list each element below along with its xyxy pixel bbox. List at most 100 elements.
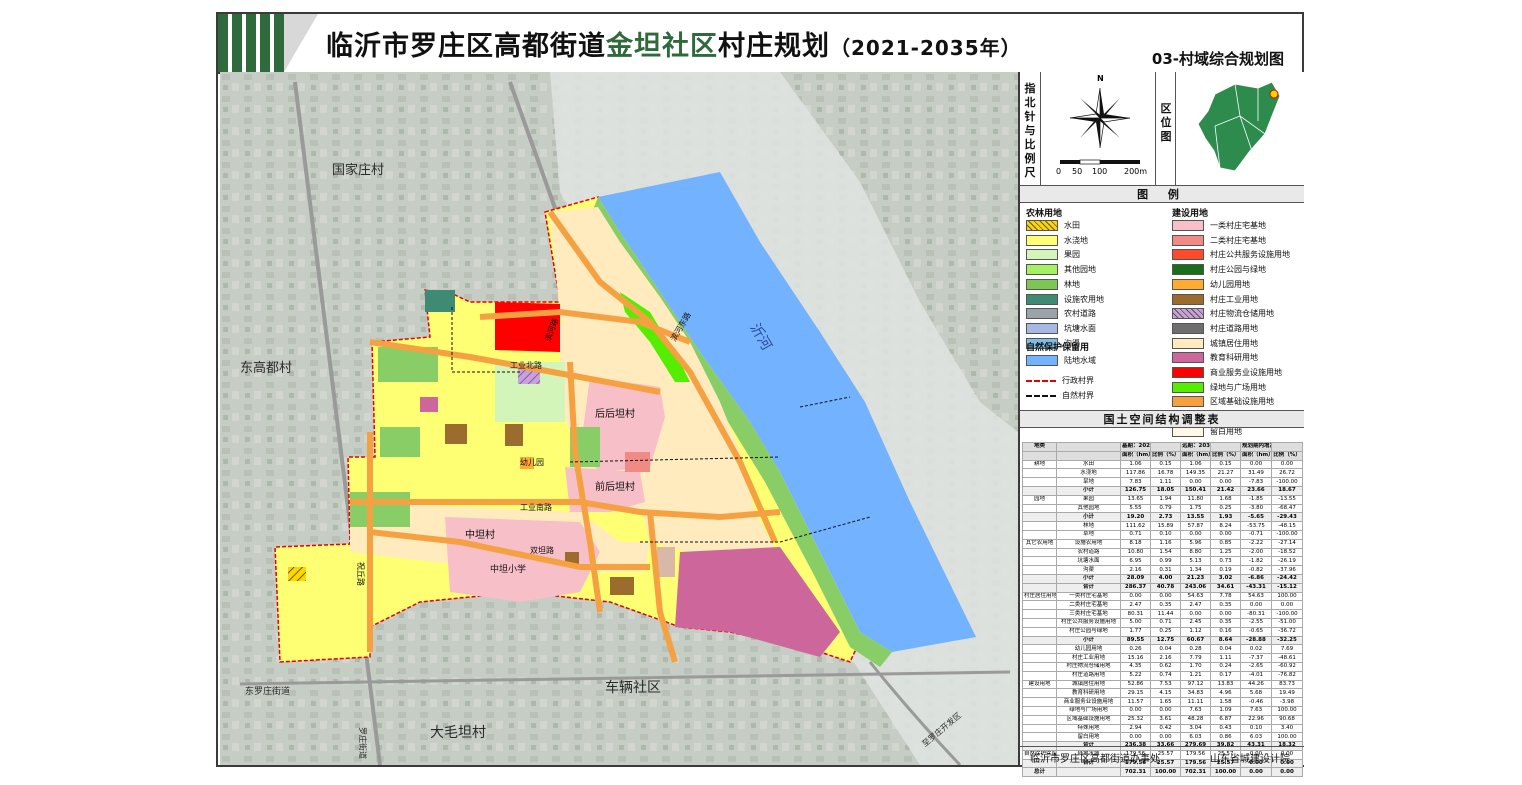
legend-item: 区域基础设施用地 <box>1172 396 1274 409</box>
table-cell: 0.10 <box>1240 723 1272 734</box>
table-cell: -18.52 <box>1271 547 1303 558</box>
legend-admin-boundary: 行政村界 <box>1026 375 1094 386</box>
map-area[interactable]: 后后坦村 前后坦村 中坦村 中坦小学 幼儿园 工业北路 滨河东路 滨河路 工业南… <box>220 72 1018 765</box>
table-cell: 23.66 <box>1240 485 1272 496</box>
table-title: 国土空间结构调整表 <box>1020 410 1304 428</box>
table-cell: 111.62 <box>1120 521 1151 531</box>
table-cell: 1.70 <box>1180 661 1211 672</box>
table-cell: 0.00 <box>1120 591 1151 602</box>
table-cell: 0.35 <box>1210 617 1241 628</box>
table-cell: 702.31 <box>1120 767 1151 778</box>
table-cell: 8.64 <box>1210 635 1241 646</box>
table-cell <box>1210 442 1241 452</box>
table-cell: 5.13 <box>1180 556 1211 567</box>
legend-title: 图 例 <box>1020 185 1304 203</box>
table-cell: -3.98 <box>1271 697 1303 707</box>
table-cell: 城镇居住用地 <box>1056 679 1121 690</box>
table-cell: 0.00 <box>1150 705 1181 716</box>
table-cell: -0.71 <box>1240 529 1272 540</box>
legend-item: 果园 <box>1026 249 1080 262</box>
location-vertical-label: 区位图 <box>1160 102 1172 143</box>
table-cell: 0.00 <box>1271 600 1303 611</box>
legend-swatch <box>1026 220 1058 231</box>
table-cell: 90.68 <box>1271 714 1303 725</box>
table-cell: 1.75 <box>1180 503 1211 514</box>
table-row: 农村道路 10.80 1.54 8.80 1.25 -2.00 -18.52 <box>1022 547 1303 558</box>
table-cell <box>1022 644 1057 655</box>
table-cell <box>1022 573 1057 584</box>
table-cell: 2.47 <box>1120 600 1151 611</box>
table-cell: 面积（hm） <box>1180 450 1211 461</box>
table-cell: 小计 <box>1056 573 1121 584</box>
table-cell: 0.15 <box>1150 459 1181 470</box>
table-cell: -53.75 <box>1240 521 1272 531</box>
industrial-1 <box>445 424 467 444</box>
legend-label: 村庄公共服务设施用地 <box>1210 250 1290 260</box>
table-cell: 5.96 <box>1180 538 1211 549</box>
legend-label: 农村道路 <box>1064 309 1096 319</box>
table-cell: 5.68 <box>1240 688 1272 699</box>
table-cell: 4.96 <box>1210 688 1241 699</box>
legend-swatch <box>1026 264 1058 276</box>
table-cell: 3.40 <box>1271 723 1303 734</box>
table-cell: -7.83 <box>1240 477 1272 487</box>
legend-item: 村庄公共服务设施用地 <box>1172 249 1290 262</box>
table-cell: 31.49 <box>1240 468 1272 479</box>
table-cell: 一类村庄宅基地 <box>1056 591 1121 602</box>
table-row: 幼儿园用地 0.26 0.04 0.28 0.04 0.02 7.69 <box>1022 644 1303 655</box>
legend-label: 水浇地 <box>1064 235 1088 245</box>
table-cell: 1.11 <box>1150 477 1181 487</box>
label-bg-donggaodu: 东高都村 <box>240 360 292 376</box>
table-cell: 13.83 <box>1210 679 1241 690</box>
table-row: 特殊用地 2.94 0.42 3.04 0.43 0.10 3.40 <box>1022 723 1303 734</box>
table-cell: 18.67 <box>1271 485 1303 496</box>
table-cell: -4.01 <box>1240 670 1272 681</box>
table-cell: -15.12 <box>1271 582 1303 593</box>
admin-boundary-swatch <box>1026 379 1056 382</box>
table-cell: 村庄道路用地 <box>1056 670 1121 681</box>
legend-item: 村庄物流仓储用地 <box>1172 308 1274 321</box>
table-cell: -2.22 <box>1240 538 1272 549</box>
table-row: 留白用地 0.00 0.00 6.03 0.86 6.03 100.00 <box>1022 732 1303 743</box>
legend-label: 二类村庄宅基地 <box>1210 235 1266 245</box>
table-cell: 11.80 <box>1180 494 1211 505</box>
table-cell: 7.78 <box>1210 591 1241 602</box>
table-cell: 0.00 <box>1210 529 1241 540</box>
label-houhou: 后后坦村 <box>595 407 635 420</box>
table-cell: -2.00 <box>1240 547 1272 558</box>
legend-swatch <box>1172 322 1204 334</box>
legend-item: 二类村庄宅基地 <box>1172 234 1266 248</box>
table-cell: 54.63 <box>1180 591 1211 602</box>
table-cell: -24.42 <box>1271 573 1303 584</box>
legend-label: 坑塘水面 <box>1064 323 1096 333</box>
table-cell: 2.94 <box>1120 723 1151 734</box>
table-cell: -27.14 <box>1271 538 1303 549</box>
legend-swatch <box>1172 220 1204 231</box>
table-cell: 19.20 <box>1120 512 1151 523</box>
compass-vertical-label: 指北针与比例尺 <box>1024 82 1036 179</box>
table-cell: 22.96 <box>1240 714 1272 725</box>
table-cell: 100.00 <box>1271 705 1303 716</box>
legend-swatch <box>1026 322 1058 334</box>
legend-item: 绿地与广场用地 <box>1172 381 1266 395</box>
table-row: 其他园地 5.55 0.79 1.75 0.25 -3.80 -68.47 <box>1022 503 1303 514</box>
label-road-shuangtan: 双坦路 <box>530 545 554 555</box>
label-road-gongyenan: 工业南路 <box>520 502 552 512</box>
table-cell: 13.65 <box>1120 494 1151 505</box>
table-cell: 21.27 <box>1210 468 1241 479</box>
table-cell: 150.41 <box>1180 485 1211 496</box>
table-cell: 15.89 <box>1150 521 1181 531</box>
table-cell: 0.19 <box>1210 565 1241 575</box>
legend-item: 一类村庄宅基地 <box>1172 220 1266 233</box>
table-cell <box>1022 503 1057 514</box>
table-row: 水浇地 117.86 16.78 149.35 21.27 31.49 26.72 <box>1022 468 1303 479</box>
map-subtitle: 03-村域综合规划图 <box>1151 50 1284 68</box>
table-cell: 149.35 <box>1180 468 1211 479</box>
table-cell: -5.65 <box>1240 512 1272 523</box>
table-cell: 1.34 <box>1180 565 1211 575</box>
table-row: 合计 286.37 40.78 243.06 34.61 -43.31 -15.12 <box>1022 582 1303 593</box>
table-cell: -37.96 <box>1271 565 1303 575</box>
legend-label: 幼儿园用地 <box>1210 279 1250 289</box>
table-cell: 0.10 <box>1150 529 1181 540</box>
table-cell: 0.74 <box>1150 670 1181 681</box>
